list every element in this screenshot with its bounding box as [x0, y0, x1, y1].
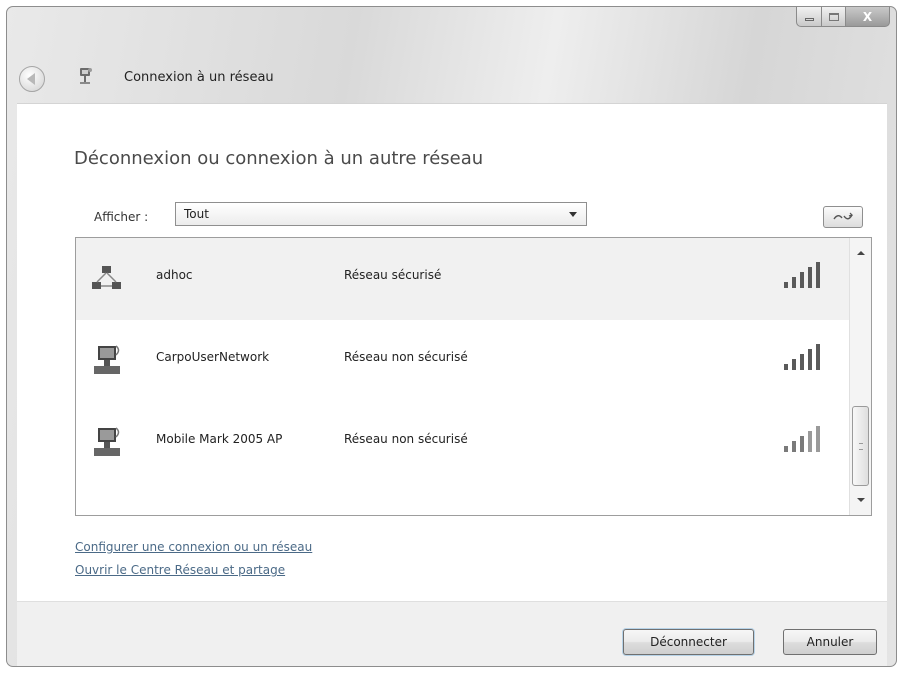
network-status: Réseau sécurisé — [344, 268, 442, 282]
signal-strength-icon — [784, 262, 820, 288]
refresh-button[interactable] — [823, 206, 863, 228]
filter-label: Afficher : — [94, 210, 149, 224]
wireless-network-icon — [94, 345, 120, 374]
scroll-down-icon[interactable] — [857, 498, 865, 502]
maximize-button[interactable] — [822, 7, 846, 27]
signal-strength-icon — [784, 426, 820, 452]
network-row-carpousernetwork[interactable]: CarpoUserNetwork Réseau non sécurisé — [76, 320, 849, 402]
network-list: adhoc Réseau sécurisé CarpoUserNetwork R… — [75, 237, 872, 516]
signal-strength-icon — [784, 344, 820, 370]
network-row-adhoc[interactable]: adhoc Réseau sécurisé — [76, 238, 849, 320]
network-name: adhoc — [156, 268, 193, 282]
maximize-icon — [828, 12, 839, 21]
button-bar: Déconnecter Annuler — [17, 601, 887, 666]
disconnect-button[interactable]: Déconnecter — [623, 629, 754, 655]
content-area: Déconnexion ou connexion à un autre rése… — [17, 103, 887, 601]
filter-dropdown[interactable]: Tout — [175, 202, 587, 226]
window-title: Connexion à un réseau — [124, 70, 274, 85]
network-center-link[interactable]: Ouvrir le Centre Réseau et partage — [75, 563, 285, 577]
network-wizard-icon — [80, 68, 92, 84]
page-heading: Déconnexion ou connexion à un autre rése… — [74, 148, 484, 169]
filter-value: Tout — [184, 207, 209, 221]
refresh-icon — [833, 212, 854, 220]
minimize-icon — [804, 18, 814, 21]
back-button[interactable] — [19, 66, 45, 92]
wireless-network-icon — [94, 427, 120, 456]
list-scrollbar[interactable] — [849, 238, 871, 515]
scroll-thumb[interactable] — [852, 406, 869, 486]
close-icon: X — [862, 9, 873, 24]
network-row-mobile-mark[interactable]: Mobile Mark 2005 AP Réseau non sécurisé — [76, 402, 849, 484]
minimize-button[interactable] — [796, 7, 822, 27]
dropdown-arrow-icon — [569, 211, 577, 217]
network-name: CarpoUserNetwork — [156, 350, 270, 364]
network-status: Réseau non sécurisé — [344, 350, 468, 364]
grip-icon — [859, 443, 863, 450]
network-name: Mobile Mark 2005 AP — [156, 432, 283, 446]
caption-buttons: X — [796, 7, 890, 29]
close-button[interactable]: X — [846, 7, 890, 27]
scroll-up-icon[interactable] — [857, 251, 865, 255]
setup-connection-link[interactable]: Configurer une connexion ou un réseau — [75, 540, 312, 554]
adhoc-network-icon — [92, 266, 121, 289]
network-status: Réseau non sécurisé — [344, 432, 468, 446]
back-arrow-icon — [27, 73, 35, 85]
network-connect-window: X Connexion à un réseau Déconnexion ou c… — [6, 6, 897, 667]
cancel-button[interactable]: Annuler — [783, 629, 877, 655]
